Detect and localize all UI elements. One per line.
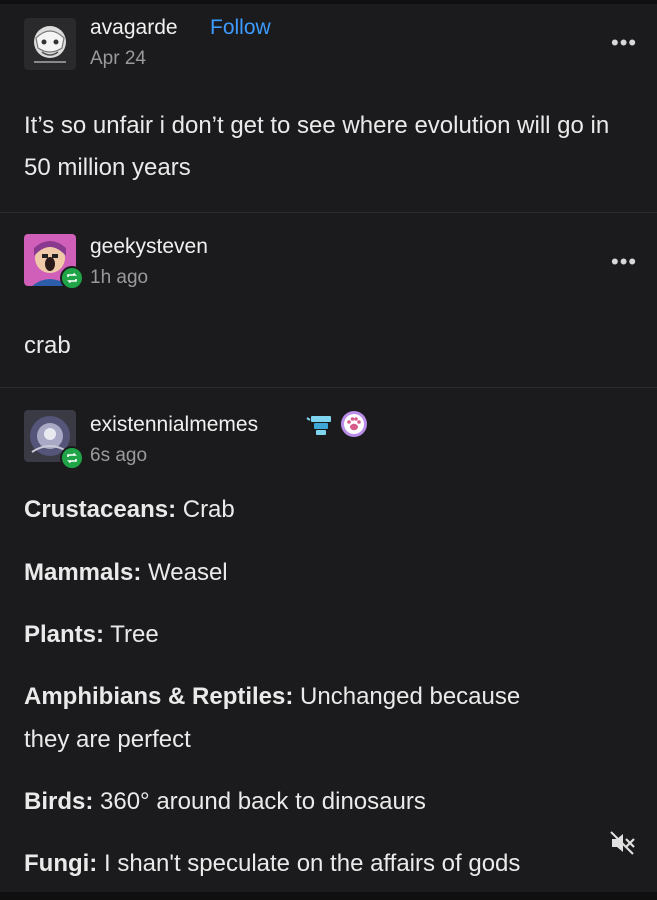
timestamp-existennialmemes: 6s ago: [90, 445, 148, 466]
line-label: Crustaceans:: [24, 496, 177, 523]
more-options-icon[interactable]: •••: [611, 249, 637, 275]
line-value: Tree: [110, 621, 159, 648]
line-value: Weasel: [148, 559, 228, 586]
list-item: Birds: 360° around back to dinosaurs: [24, 788, 426, 816]
paw-badge-icon: [341, 411, 367, 437]
list-item: Amphibians & Reptiles: Unchanged because: [24, 683, 520, 711]
line-label: Plants:: [24, 621, 105, 648]
avatar-avagarde[interactable]: [24, 18, 76, 70]
list-item: Mammals: Weasel: [24, 559, 228, 587]
line-value: Unchanged because: [300, 683, 521, 710]
divider: [0, 387, 657, 388]
line-label: Amphibians & Reptiles:: [24, 683, 294, 710]
more-options-icon[interactable]: •••: [611, 30, 637, 56]
line-value: I shan't speculate on the affairs of god…: [103, 850, 521, 877]
line-value: 360° around back to dinosaurs: [100, 788, 426, 815]
post-text-geekysteven: crab: [24, 332, 71, 359]
username-geekysteven[interactable]: geekysteven: [90, 235, 208, 259]
list-item: they are perfect: [24, 726, 191, 754]
username-existennialmemes[interactable]: existennialmemes: [90, 413, 258, 437]
line-label: Fungi:: [24, 850, 98, 877]
line-value: they are perfect: [24, 726, 191, 753]
mute-icon[interactable]: [609, 830, 637, 856]
timestamp-geekysteven: 1h ago: [90, 267, 149, 288]
line-value: Crab: [182, 496, 235, 523]
list-item: Fungi: I shan't speculate on the affairs…: [24, 850, 520, 878]
reblog-icon: [60, 266, 84, 290]
list-item: Plants: Tree: [24, 621, 159, 649]
timestamp-avagarde: Apr 24: [90, 48, 146, 69]
top-edge: [0, 0, 657, 4]
line-label: Birds:: [24, 788, 94, 815]
follow-button[interactable]: Follow: [210, 16, 271, 40]
bottom-edge: [0, 892, 657, 900]
divider: [0, 212, 657, 213]
username-avagarde[interactable]: avagarde: [90, 16, 178, 40]
list-item: Crustaceans: Crab: [24, 496, 235, 524]
badge-icon: [306, 416, 331, 435]
post-text-avagarde: It’s so unfair i don’t get to see where …: [24, 112, 610, 181]
line-label: Mammals:: [24, 559, 142, 586]
reblog-icon: [60, 446, 84, 470]
